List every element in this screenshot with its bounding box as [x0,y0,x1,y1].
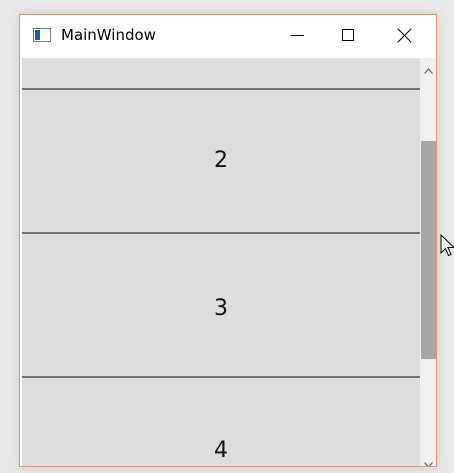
vertical-scrollbar[interactable] [420,58,436,466]
list-item: 3 [22,234,420,376]
list-item: 2 [22,90,420,232]
close-button[interactable] [381,15,427,55]
maximize-button[interactable] [325,15,371,55]
list-item-label: 4 [214,438,228,463]
scroll-down-arrow-icon[interactable] [420,456,436,466]
main-window: MainWindow 2 3 4 [19,14,437,467]
maximize-icon [342,29,354,41]
list-item [22,58,420,88]
title-bar[interactable]: MainWindow [20,15,436,57]
app-icon[interactable] [33,28,51,42]
scroll-viewer-content: 2 3 4 [22,58,420,466]
close-icon [397,28,412,43]
scroll-thumb[interactable] [421,141,436,359]
scroll-up-arrow-icon[interactable] [420,62,436,79]
list-item-label: 3 [214,296,228,321]
list-item-label: 2 [214,148,228,173]
minimize-icon [290,34,304,36]
minimize-button[interactable] [274,15,320,55]
mouse-pointer-icon [440,234,454,257]
list-item: 4 [22,378,420,466]
window-title: MainWindow [61,26,156,44]
